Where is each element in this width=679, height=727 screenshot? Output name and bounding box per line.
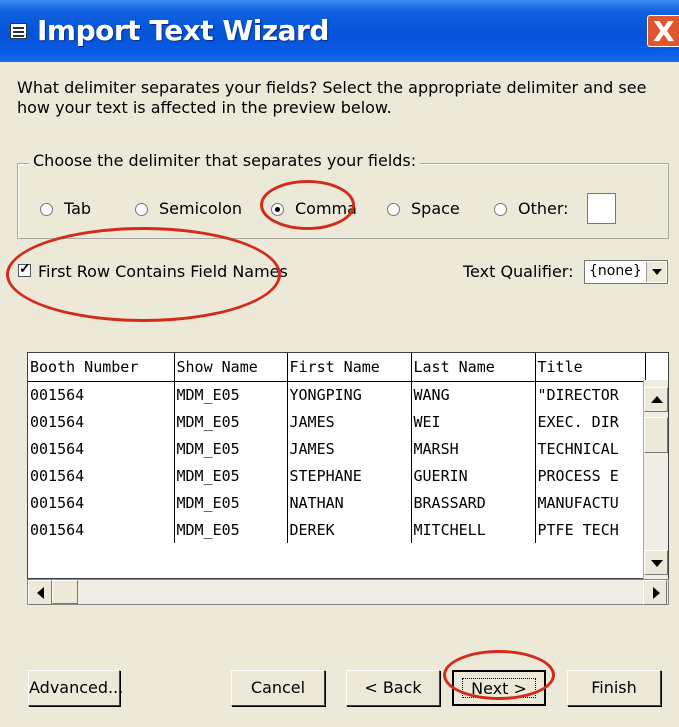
text-qualifier-label: Text Qualifier: (463, 262, 574, 281)
vertical-scroll-thumb[interactable] (644, 417, 668, 453)
close-icon: X (653, 15, 675, 48)
radio-semicolon-label: Semicolon (159, 199, 242, 218)
radio-semicolon[interactable] (135, 203, 148, 216)
table-row: 001564 MDM_E05 STEPHANE GUERIN PROCESS E (28, 462, 646, 489)
table-cell: PROCESS E (535, 462, 646, 489)
table-cell: WANG (411, 381, 536, 408)
other-delimiter-input[interactable] (587, 193, 616, 224)
preview-grid[interactable]: Booth Number Show Name First Name Last N… (27, 352, 669, 579)
title-bar: Import Text Wizard X (0, 0, 679, 62)
radio-tab-label: Tab (64, 199, 92, 218)
finish-button[interactable]: Finish (567, 670, 661, 706)
scroll-right-icon[interactable] (643, 580, 667, 605)
preview-table: Booth Number Show Name First Name Last N… (28, 353, 646, 543)
vertical-scrollbar[interactable] (643, 380, 668, 579)
scroll-down-icon[interactable] (644, 550, 668, 575)
table-row: 001564 MDM_E05 DEREK MITCHELL PTFE TECH (28, 516, 646, 543)
table-cell: 001564 (28, 408, 175, 435)
column-header[interactable]: Show Name (174, 353, 288, 382)
window-title: Import Text Wizard (37, 14, 329, 47)
table-cell: MANUFACTU (535, 489, 646, 516)
table-cell: MDM_E05 (174, 489, 288, 516)
horizontal-scroll-thumb[interactable] (52, 580, 78, 604)
table-cell: EXEC. DIR (535, 408, 646, 435)
table-cell: MDM_E05 (174, 462, 288, 489)
table-cell: 001564 (28, 489, 175, 516)
table-cell: 001564 (28, 435, 175, 462)
radio-other[interactable] (494, 203, 507, 216)
table-cell: 001564 (28, 516, 175, 543)
table-cell: MDM_E05 (174, 516, 288, 543)
table-row: 001564 MDM_E05 JAMES MARSH TECHNICAL (28, 435, 646, 462)
table-row: 001564 MDM_E05 YONGPING WANG "DIRECTOR (28, 381, 646, 408)
table-cell: JAMES (287, 435, 412, 462)
column-header[interactable]: Booth Number (28, 353, 175, 382)
preview-header-row: Booth Number Show Name First Name Last N… (28, 353, 646, 382)
table-row: 001564 MDM_E05 JAMES WEI EXEC. DIR (28, 408, 646, 435)
table-cell: MDM_E05 (174, 408, 288, 435)
text-qualifier-select[interactable]: {none} (584, 260, 668, 284)
column-header[interactable]: Last Name (411, 353, 536, 382)
radio-tab[interactable] (40, 203, 53, 216)
radio-comma[interactable] (271, 203, 284, 216)
back-button[interactable]: < Back (346, 670, 440, 706)
dialog-icon (10, 23, 27, 39)
horizontal-scrollbar[interactable] (27, 579, 669, 605)
table-cell: GUERIN (411, 462, 536, 489)
table-cell: MDM_E05 (174, 381, 288, 408)
table-cell: DEREK (287, 516, 412, 543)
table-cell: NATHAN (287, 489, 412, 516)
first-row-label: First Row Contains Field Names (38, 262, 288, 281)
close-button[interactable]: X (647, 15, 679, 48)
table-cell: MDM_E05 (174, 435, 288, 462)
table-cell: MARSH (411, 435, 536, 462)
table-cell: TECHNICAL (535, 435, 646, 462)
table-cell: "DIRECTOR (535, 381, 646, 408)
intro-text: What delimiter separates your fields? Se… (17, 78, 647, 117)
import-text-wizard-dialog: Import Text Wizard X What delimiter sepa… (0, 0, 679, 727)
table-cell: STEPHANE (287, 462, 412, 489)
table-cell: 001564 (28, 462, 175, 489)
checkmark-icon: ✓ (19, 260, 31, 276)
table-cell: MITCHELL (411, 516, 536, 543)
radio-comma-label: Comma (295, 199, 357, 218)
chevron-down-icon[interactable] (646, 262, 666, 282)
text-qualifier-value: {none} (589, 263, 642, 279)
table-row: 001564 MDM_E05 NATHAN BRASSARD MANUFACTU (28, 489, 646, 516)
table-cell: BRASSARD (411, 489, 536, 516)
scroll-left-icon[interactable] (28, 580, 52, 605)
radio-space-label: Space (411, 199, 460, 218)
advanced-button[interactable]: Advanced... (28, 670, 123, 706)
focus-rect (462, 678, 536, 698)
scroll-up-icon[interactable] (644, 387, 668, 412)
column-header[interactable]: Title (535, 353, 646, 382)
table-cell: PTFE TECH (535, 516, 646, 543)
table-cell: 001564 (28, 381, 175, 408)
table-cell: YONGPING (287, 381, 412, 408)
column-header[interactable]: First Name (287, 353, 412, 382)
next-button[interactable]: Next > (452, 670, 546, 706)
table-cell: JAMES (287, 408, 412, 435)
delimiter-group-legend: Choose the delimiter that separates your… (29, 151, 421, 170)
first-row-checkbox[interactable]: ✓ (18, 260, 31, 277)
table-cell: WEI (411, 408, 536, 435)
cancel-button[interactable]: Cancel (231, 670, 325, 706)
radio-other-label: Other: (518, 199, 569, 218)
radio-space[interactable] (387, 203, 400, 216)
